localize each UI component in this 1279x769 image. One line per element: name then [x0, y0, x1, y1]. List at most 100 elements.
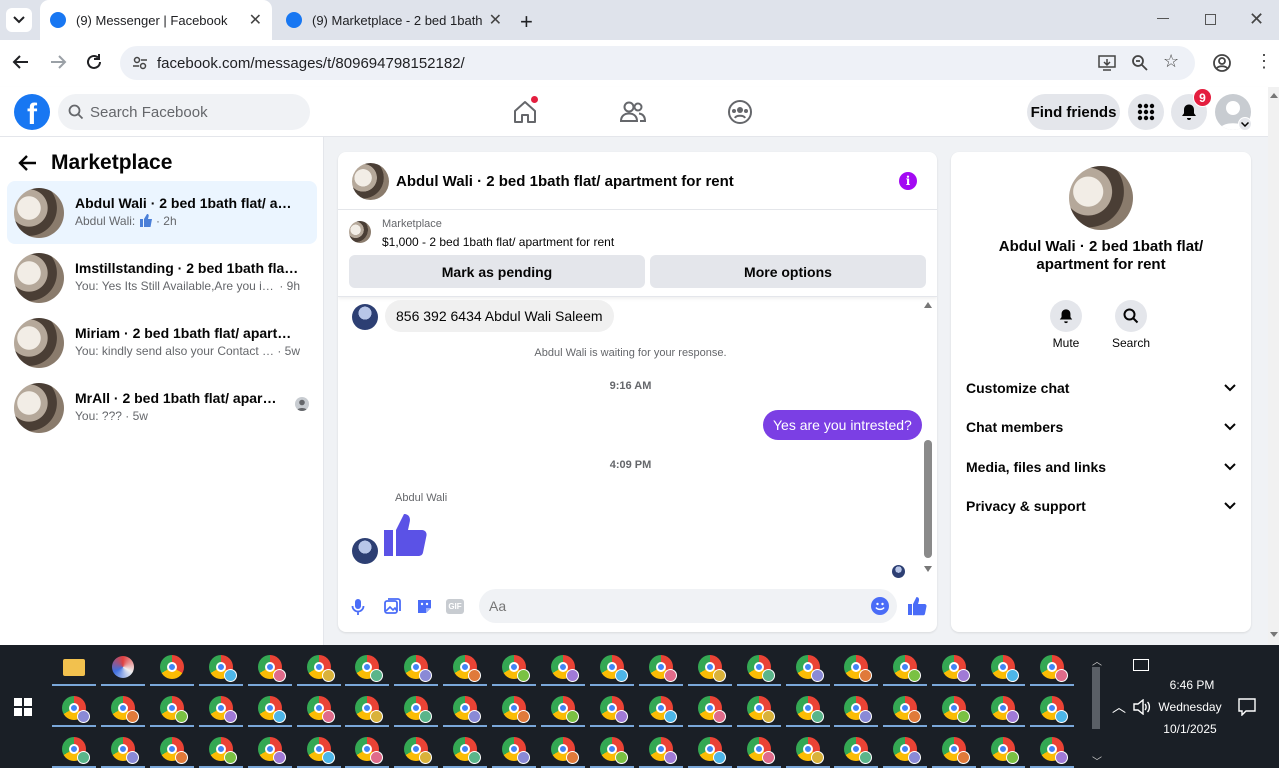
forward-button[interactable] — [49, 53, 67, 71]
taskbar-app-icon[interactable] — [246, 729, 294, 769]
account-chevron-icon[interactable] — [1238, 117, 1252, 131]
search-input[interactable] — [90, 94, 300, 130]
outgoing-message-bubble[interactable]: Yes are you intrested? — [763, 410, 922, 440]
taskbar-app-icon[interactable] — [295, 647, 343, 687]
clock-time[interactable]: 6:46 PM — [1152, 678, 1232, 692]
profile-icon[interactable] — [1212, 53, 1232, 73]
find-friends-button[interactable]: Find friends — [1027, 94, 1120, 130]
taskbar-app-icon[interactable] — [1028, 647, 1076, 687]
taskbar-app-icon[interactable] — [832, 647, 880, 687]
taskbar-app-icon[interactable] — [588, 729, 636, 769]
incoming-message-bubble[interactable]: 856 392 6434 Abdul Wali Saleem — [385, 300, 614, 332]
install-app-icon[interactable] — [1098, 54, 1116, 72]
taskbar-app-icon[interactable] — [539, 688, 587, 728]
taskbar-app-icon[interactable] — [588, 688, 636, 728]
message-list[interactable]: 856 392 6434 Abdul Wali Saleem Abdul Wal… — [338, 298, 937, 578]
taskbar-app-icon[interactable] — [735, 647, 783, 687]
browser-menu-icon[interactable]: ⋮ — [1255, 52, 1273, 70]
taskbar-app-icon[interactable] — [1028, 688, 1076, 728]
taskbar-app-icon[interactable] — [637, 647, 685, 687]
bookmark-star-icon[interactable]: ☆ — [1163, 51, 1179, 72]
taskbar-app-icon[interactable] — [490, 647, 538, 687]
more-options-button[interactable]: More options — [650, 255, 926, 288]
minimize-button[interactable] — [1157, 18, 1169, 19]
taskbar-app-icon[interactable] — [441, 688, 489, 728]
chat-title[interactable]: Abdul Wali · 2 bed 1bath flat/ apartment… — [396, 173, 734, 190]
notifications-button[interactable]: 9 — [1171, 88, 1212, 130]
conversation-item[interactable]: MrAll · 2 bed 1bath flat/ apartment for … — [7, 376, 317, 439]
scroll-down-arrow[interactable] — [1270, 632, 1278, 637]
nav-friends[interactable] — [619, 99, 647, 125]
taskbar-app-icon[interactable] — [99, 729, 147, 769]
clock-date[interactable]: 10/1/2025 — [1150, 722, 1230, 736]
taskbar-app-icon[interactable] — [930, 688, 978, 728]
address-bar[interactable]: facebook.com/messages/t/809694798152182/… — [120, 46, 1195, 80]
like-send-icon[interactable] — [907, 596, 927, 616]
scroll-up-arrow[interactable] — [1270, 93, 1278, 98]
listing-thumbnail[interactable] — [349, 221, 371, 243]
taskbar-app-icon[interactable] — [50, 647, 98, 687]
taskbar-app-icon[interactable] — [979, 729, 1027, 769]
reload-button[interactable] — [85, 53, 103, 71]
new-tab-button[interactable]: + — [520, 9, 533, 35]
scroll-down-arrow[interactable] — [924, 566, 932, 572]
taskbar-app-icon[interactable] — [148, 688, 196, 728]
message-input-box[interactable] — [479, 589, 897, 623]
taskbar-app-icon[interactable] — [832, 729, 880, 769]
microphone-icon[interactable] — [351, 598, 365, 616]
media-files-section[interactable]: Media, files and links — [966, 455, 1236, 479]
info-avatar[interactable] — [1069, 166, 1133, 230]
menu-button[interactable] — [1128, 94, 1164, 130]
taskbar-app-icon[interactable] — [881, 688, 929, 728]
taskbar-app-icon[interactable] — [343, 647, 391, 687]
chat-members-section[interactable]: Chat members — [966, 415, 1236, 439]
taskbar-app-icon[interactable] — [343, 729, 391, 769]
nav-home[interactable] — [512, 96, 538, 125]
taskbar-app-icon[interactable] — [686, 688, 734, 728]
taskbar-app-icon[interactable] — [1028, 729, 1076, 769]
facebook-logo-icon[interactable]: f — [14, 94, 50, 130]
taskbar-scroll[interactable]: ︿ ﹀ — [1089, 647, 1103, 768]
taskbar-app-icon[interactable] — [735, 688, 783, 728]
mark-as-pending-button[interactable]: Mark as pending — [349, 255, 645, 288]
gif-icon[interactable]: GIF — [446, 599, 464, 614]
taskbar-app-icon[interactable] — [490, 688, 538, 728]
customize-chat-section[interactable]: Customize chat — [966, 376, 1236, 400]
taskbar-app-icon[interactable] — [637, 729, 685, 769]
taskbar-app-icon[interactable] — [881, 729, 929, 769]
taskbar-app-icon[interactable] — [686, 647, 734, 687]
chat-avatar[interactable] — [352, 163, 389, 200]
taskbar-app-icon[interactable] — [343, 688, 391, 728]
close-icon[interactable]: ✕ — [249, 10, 262, 30]
taskbar-app-icon[interactable] — [197, 688, 245, 728]
message-input[interactable] — [489, 589, 859, 623]
tray-overflow-icon[interactable]: ︿ — [1112, 697, 1126, 717]
mute-button[interactable] — [1050, 300, 1082, 332]
taskbar-app-icon[interactable] — [930, 647, 978, 687]
search-chat-button[interactable] — [1115, 300, 1147, 332]
taskbar-app-icon[interactable] — [881, 647, 929, 687]
taskbar-app-icon[interactable] — [197, 729, 245, 769]
taskbar-app-icon[interactable] — [295, 688, 343, 728]
taskbar-app-icon[interactable] — [979, 688, 1027, 728]
taskbar-app-icon[interactable] — [50, 729, 98, 769]
taskbar-app-icon[interactable] — [686, 729, 734, 769]
back-arrow-button[interactable] — [18, 153, 38, 173]
taskbar-app-icon[interactable] — [392, 729, 440, 769]
zoom-icon[interactable] — [1131, 54, 1149, 72]
taskbar-app-icon[interactable] — [50, 688, 98, 728]
conversation-item[interactable]: Imstillstanding · 2 bed 1bath flat/ apar… — [7, 246, 317, 309]
back-button[interactable] — [12, 53, 30, 71]
taskbar-app-icon[interactable] — [148, 729, 196, 769]
taskbar-app-icon[interactable] — [197, 647, 245, 687]
taskbar-app-icon[interactable] — [246, 688, 294, 728]
taskbar-app-icon[interactable] — [148, 647, 196, 687]
clock-day[interactable]: Wednesday — [1150, 700, 1230, 714]
taskbar-app-icon[interactable] — [295, 729, 343, 769]
taskbar-app-icon[interactable] — [441, 647, 489, 687]
listing-title[interactable]: $1,000 - 2 bed 1bath flat/ apartment for… — [382, 235, 614, 249]
taskbar-app-icon[interactable] — [832, 688, 880, 728]
taskbar-app-icon[interactable] — [246, 647, 294, 687]
start-button[interactable] — [14, 698, 32, 716]
sticker-icon[interactable] — [416, 598, 433, 615]
